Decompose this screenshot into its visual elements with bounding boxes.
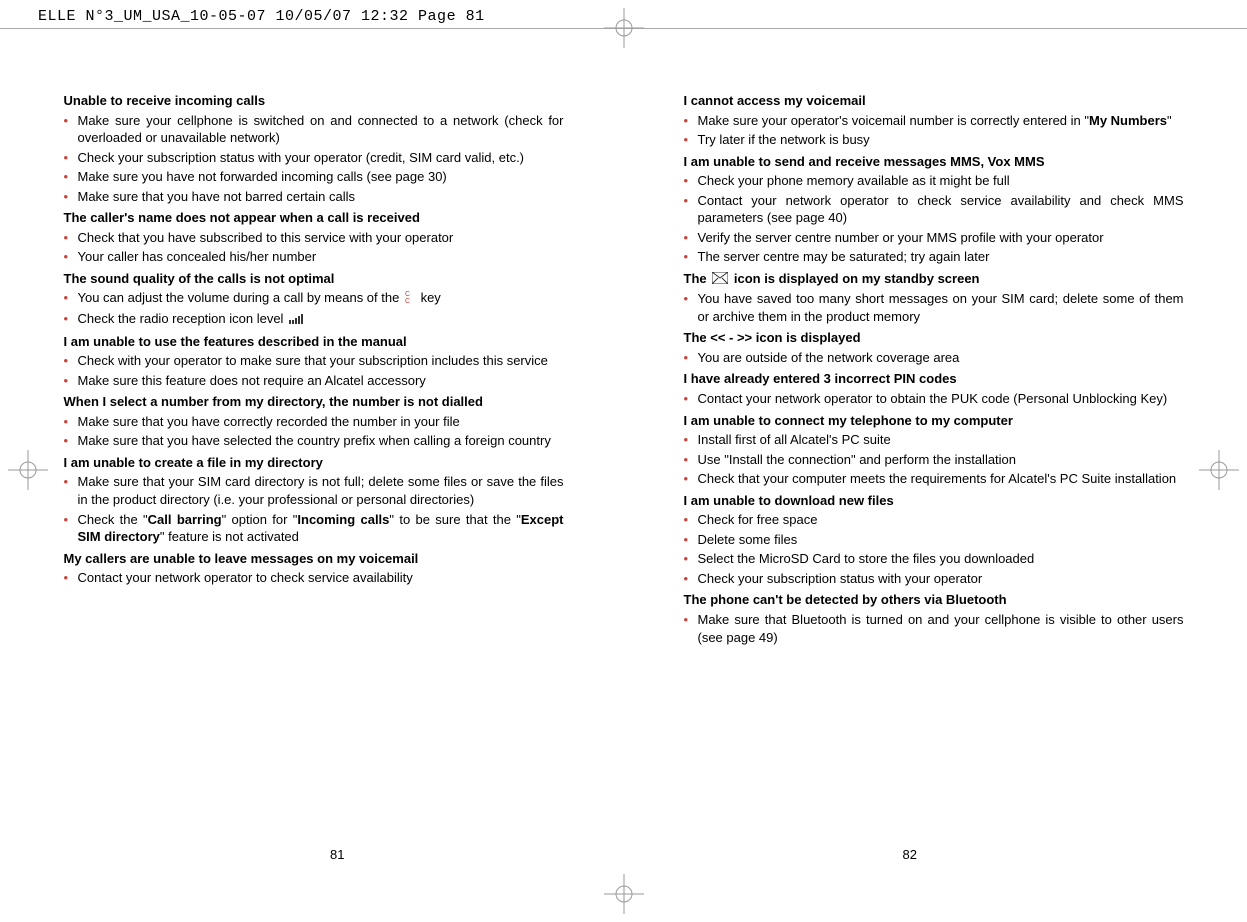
list-item: Check that you have subscribed to this s… [64,229,564,247]
list-item: Check the "Call barring" option for "Inc… [64,511,564,546]
list-item: Make sure this feature does not require … [64,372,564,390]
heading: The << - >> icon is displayed [684,329,1184,347]
volume-key-icon: CC [405,290,415,309]
page-number-right: 82 [903,847,917,862]
list-item: Make sure your operator's voicemail numb… [684,112,1184,130]
text: " feature is not activated [160,529,299,544]
list-item: Make sure that you have correctly record… [64,413,564,431]
heading: I am unable to create a file in my direc… [64,454,564,472]
page-number-left: 81 [330,847,344,862]
text: " to be sure that the " [389,512,520,527]
heading: I am unable to send and receive messages… [684,153,1184,171]
list-item: The server centre may be saturated; try … [684,248,1184,266]
text: Make sure your operator's voicemail numb… [698,113,1089,128]
list-item: Check the radio reception icon level [64,310,564,328]
list: Check for free space Delete some files S… [684,511,1184,587]
list-item: Contact your network operator to obtain … [684,390,1184,408]
heading: The icon is displayed on my standby scre… [684,270,1184,288]
heading: The sound quality of the calls is not op… [64,270,564,288]
list: Make sure that your SIM card directory i… [64,473,564,545]
text: You can adjust the volume during a call … [78,290,403,305]
list-item: You are outside of the network coverage … [684,349,1184,367]
list: Make sure that you have correctly record… [64,413,564,450]
list: You have saved too many short messages o… [684,290,1184,325]
signal-bars-icon [289,311,309,329]
list-item: Check your subscription status with your… [64,149,564,167]
text-bold: My Numbers [1089,113,1167,128]
list-item: Try later if the network is busy [684,131,1184,149]
list-item: Install first of all Alcatel's PC suite [684,431,1184,449]
heading: My callers are unable to leave messages … [64,550,564,568]
heading: I am unable to download new files [684,492,1184,510]
svg-text:C: C [405,291,410,298]
heading: When I select a number from my directory… [64,393,564,411]
list-item: Check your phone memory available as it … [684,172,1184,190]
page-container: Unable to receive incoming calls Make su… [0,90,1247,922]
list-item: Delete some files [684,531,1184,549]
list-item: Check that your computer meets the requi… [684,470,1184,488]
list-item: Contact your network operator to check s… [64,569,564,587]
list-item: Contact your network operator to check s… [684,192,1184,227]
list-item: Make sure you have not forwarded incomin… [64,168,564,186]
text: " option for " [222,512,298,527]
page-right: I cannot access my voicemail Make sure y… [664,90,1204,922]
heading: The phone can't be detected by others vi… [684,591,1184,609]
list-item: Make sure that you have not barred certa… [64,188,564,206]
list: Check that you have subscribed to this s… [64,229,564,266]
list-item: Make sure that your SIM card directory i… [64,473,564,508]
heading: The caller's name does not appear when a… [64,209,564,227]
list-item: You can adjust the volume during a call … [64,289,564,308]
list: Contact your network operator to obtain … [684,390,1184,408]
heading: I am unable to use the features describe… [64,333,564,351]
text: key [421,290,441,305]
heading: I am unable to connect my telephone to m… [684,412,1184,430]
list: You can adjust the volume during a call … [64,289,564,328]
text: " [1167,113,1172,128]
list-item: Check your subscription status with your… [684,570,1184,588]
list-item: Make sure your cellphone is switched on … [64,112,564,147]
envelope-icon [712,271,728,289]
crop-mark-top [604,8,644,48]
text: Check the " [78,512,148,527]
text: The [684,271,711,286]
list: Make sure your operator's voicemail numb… [684,112,1184,149]
list: Make sure your cellphone is switched on … [64,112,564,206]
list: Check your phone memory available as it … [684,172,1184,266]
text: icon is displayed on my standby screen [734,271,980,286]
svg-text:C: C [405,298,410,304]
list-item: Make sure that you have selected the cou… [64,432,564,450]
heading: Unable to receive incoming calls [64,92,564,110]
text-bold: Incoming calls [297,512,389,527]
list-item: Check for free space [684,511,1184,529]
list-item: Use "Install the connection" and perform… [684,451,1184,469]
list-item: You have saved too many short messages o… [684,290,1184,325]
list: You are outside of the network coverage … [684,349,1184,367]
list-item: Verify the server centre number or your … [684,229,1184,247]
list-item: Make sure that Bluetooth is turned on an… [684,611,1184,646]
list: Contact your network operator to check s… [64,569,564,587]
page-left: Unable to receive incoming calls Make su… [44,90,584,922]
heading: I cannot access my voicemail [684,92,1184,110]
list: Make sure that Bluetooth is turned on an… [684,611,1184,646]
heading: I have already entered 3 incorrect PIN c… [684,370,1184,388]
list: Check with your operator to make sure th… [64,352,564,389]
list-item: Check with your operator to make sure th… [64,352,564,370]
list-item: Your caller has concealed his/her number [64,248,564,266]
text-bold: Call barring [148,512,222,527]
list-item: Select the MicroSD Card to store the fil… [684,550,1184,568]
print-header: ELLE N°3_UM_USA_10-05-07 10/05/07 12:32 … [38,8,485,25]
text: Check the radio reception icon level [78,311,288,326]
list: Install first of all Alcatel's PC suite … [684,431,1184,488]
